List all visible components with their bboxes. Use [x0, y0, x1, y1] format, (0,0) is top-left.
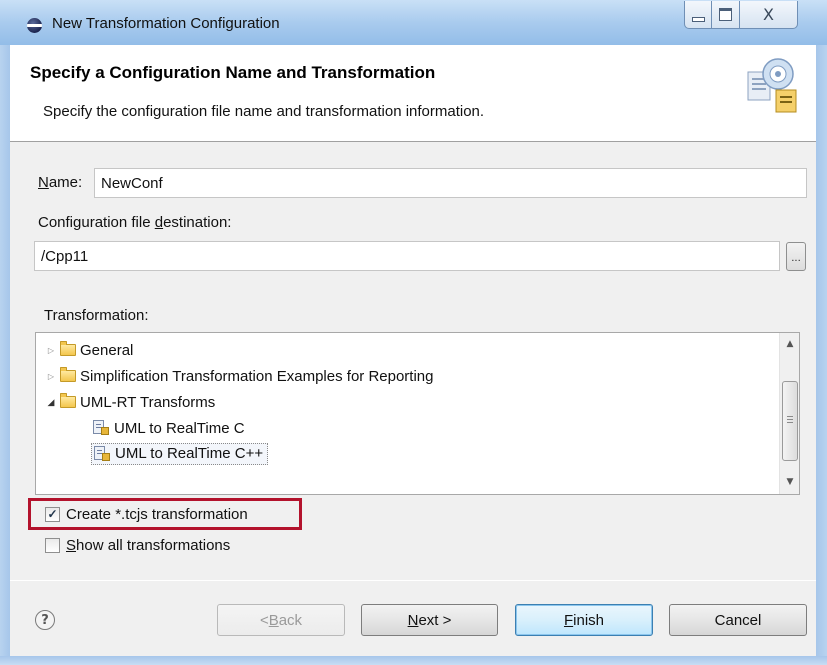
- wizard-banner-icon: [734, 52, 804, 118]
- scroll-thumb[interactable]: [782, 381, 798, 461]
- scroll-up-icon[interactable]: ▲: [780, 335, 800, 353]
- destination-label: Configuration file destination:: [38, 214, 232, 231]
- wizard-header: [10, 45, 816, 142]
- destination-field[interactable]: /Cpp11: [34, 241, 780, 271]
- show-all-option[interactable]: Show all transformations: [45, 537, 230, 554]
- name-label: Name:: [38, 174, 83, 191]
- button-bar-divider: [10, 580, 816, 581]
- maximize-icon: [719, 8, 732, 21]
- page-title: Specify a Configuration Name and Transfo…: [30, 63, 436, 82]
- transform-icon: [93, 420, 109, 436]
- next-button[interactable]: Next >: [361, 604, 498, 636]
- tree-item-simplification[interactable]: ▷ Simplification Transformation Examples…: [45, 363, 433, 389]
- close-icon: X: [763, 5, 774, 24]
- finish-button[interactable]: Finish: [515, 604, 653, 636]
- folder-icon: [60, 341, 76, 356]
- window-frame-right: [816, 45, 827, 665]
- destination-value: /Cpp11: [41, 247, 89, 265]
- name-value: NewConf: [101, 174, 163, 192]
- tree-item-general[interactable]: ▷ General: [45, 337, 433, 363]
- cancel-button[interactable]: Cancel: [669, 604, 807, 636]
- back-button[interactable]: < Back: [217, 604, 345, 636]
- window-title: New Transformation Configuration: [52, 15, 280, 32]
- page-description: Specify the configuration file name and …: [43, 103, 485, 120]
- tree-item-uml-to-realtime-cpp[interactable]: UML to RealTime C++: [45, 441, 433, 467]
- collapse-icon[interactable]: ◢: [45, 397, 57, 408]
- window-frame-bottom: [0, 656, 827, 665]
- tree-item-uml-rt-transforms[interactable]: ◢ UML-RT Transforms: [45, 389, 433, 415]
- maximize-button[interactable]: [712, 1, 740, 29]
- highlight-box: [28, 498, 302, 530]
- browse-button[interactable]: ...: [786, 242, 806, 271]
- window-frame-left: [0, 45, 10, 665]
- transformation-tree[interactable]: ▷ General ▷ Simplification Transformatio…: [35, 332, 800, 495]
- tree-item-uml-to-realtime-c[interactable]: UML to RealTime C: [45, 415, 433, 441]
- name-field[interactable]: NewConf: [94, 168, 807, 198]
- close-button[interactable]: X: [740, 1, 798, 29]
- show-all-checkbox[interactable]: [45, 538, 60, 553]
- expand-icon[interactable]: ▷: [45, 372, 57, 381]
- expand-icon[interactable]: ▷: [45, 346, 57, 355]
- transformation-label: Transformation:: [44, 307, 149, 324]
- folder-open-icon: [60, 393, 76, 408]
- minimize-icon: [691, 17, 705, 22]
- tree-scrollbar[interactable]: ▲ ▼: [779, 333, 799, 494]
- app-icon: [27, 18, 42, 33]
- transform-icon: [94, 445, 110, 462]
- minimize-button[interactable]: [684, 1, 712, 29]
- folder-icon: [60, 367, 76, 382]
- scroll-down-icon[interactable]: ▼: [780, 473, 800, 491]
- help-icon[interactable]: ?: [35, 610, 55, 630]
